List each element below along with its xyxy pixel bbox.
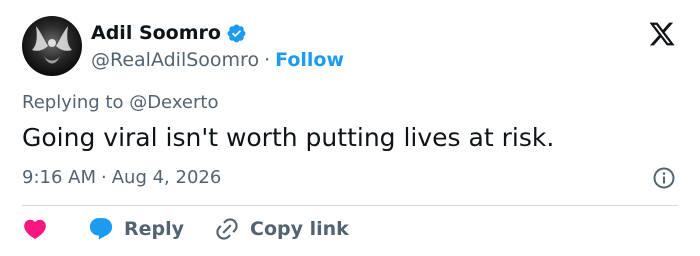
x-logo-icon[interactable] (648, 20, 676, 48)
author-handle-row: @RealAdilSoomro · Follow (91, 49, 344, 71)
tweet-time: 9:16 AM (22, 167, 96, 188)
action-bar: Reply Copy link (22, 215, 349, 243)
handle-separator: · (264, 49, 271, 71)
tweet-timestamp[interactable]: 9:16 AM · Aug 4, 2026 (22, 167, 221, 188)
author-display-name[interactable]: Adil Soomro (91, 22, 221, 44)
avatar-image (32, 26, 72, 64)
tweet-date: Aug 4, 2026 (111, 167, 222, 188)
divider (22, 205, 678, 206)
like-button[interactable] (22, 216, 48, 242)
heart-icon (24, 219, 46, 239)
avatar[interactable] (22, 16, 82, 76)
link-icon (216, 218, 238, 240)
reply-label: Reply (124, 218, 185, 240)
author-handle[interactable]: @RealAdilSoomro (91, 49, 259, 71)
follow-button[interactable]: Follow (275, 49, 344, 71)
verified-badge-icon (227, 24, 246, 42)
replying-to[interactable]: Replying to @Dexerto (22, 92, 218, 113)
info-icon[interactable] (652, 166, 676, 190)
timestamp-separator: · (101, 167, 107, 188)
tweet-text: Going viral isn't worth putting lives at… (22, 123, 555, 152)
copy-link-label: Copy link (250, 218, 349, 240)
author-name-row: Adil Soomro (91, 22, 247, 44)
reply-button[interactable]: Reply (88, 216, 184, 242)
reply-bubble-icon (89, 218, 113, 240)
copy-link-button[interactable]: Copy link (214, 216, 349, 242)
